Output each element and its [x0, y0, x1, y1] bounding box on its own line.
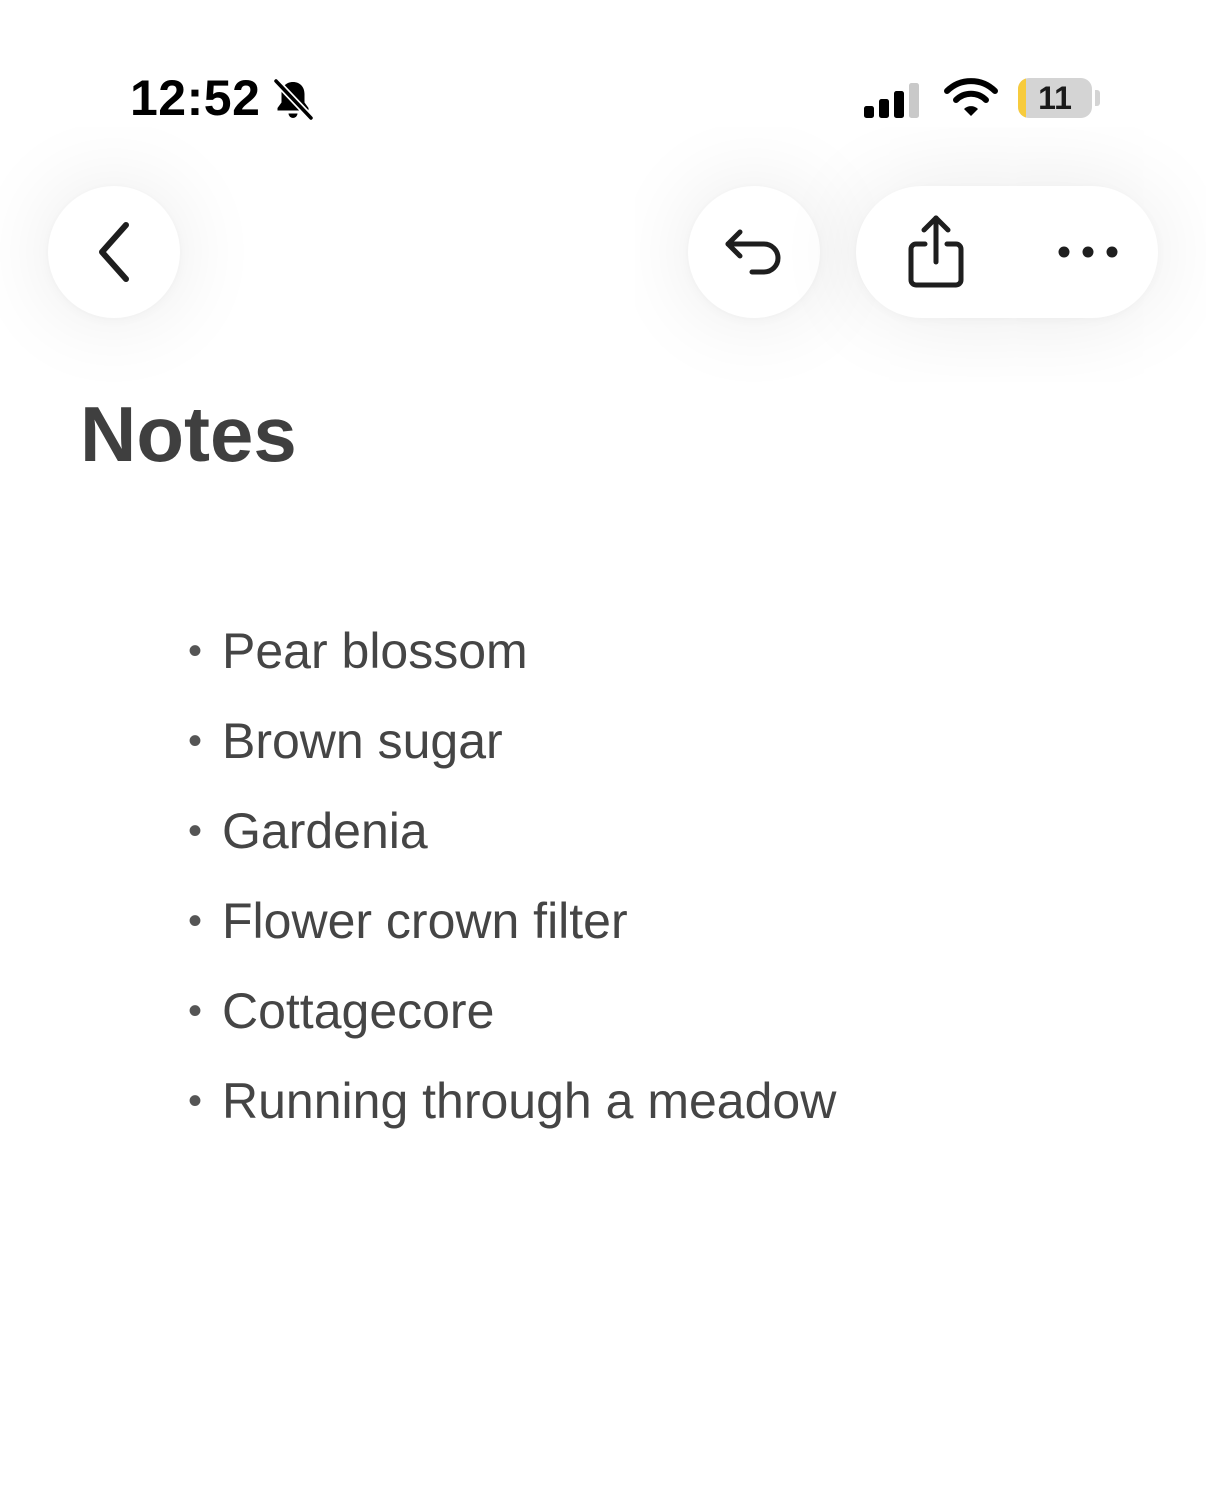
list-item-text: Gardenia [222, 803, 428, 859]
more-button[interactable] [1022, 186, 1154, 318]
list-item-text: Pear blossom [222, 623, 528, 679]
list-item-text: Flower crown filter [222, 893, 628, 949]
back-button[interactable] [48, 186, 180, 318]
undo-button[interactable] [688, 186, 820, 318]
note-title[interactable]: Notes [80, 386, 297, 482]
wifi-icon [944, 78, 998, 116]
list-item[interactable]: • Pear blossom [188, 606, 836, 696]
undo-arrow-icon [725, 229, 781, 275]
list-item-text: Running through a meadow [222, 1073, 837, 1129]
battery-cap [1095, 90, 1100, 106]
bullet: • [188, 989, 203, 1033]
list-item[interactable]: • Cottagecore [188, 966, 836, 1056]
battery-indicator: 11 [1018, 78, 1092, 118]
bullet: • [188, 629, 203, 673]
share-icon [908, 215, 964, 288]
list-item[interactable]: • Running through a meadow [188, 1056, 836, 1146]
bullet: • [188, 809, 203, 853]
note-bullet-list[interactable]: • Pear blossom • Brown sugar • Gardenia • Fl… [188, 606, 836, 1146]
battery-level: 11 [1038, 80, 1072, 116]
chevron-left-icon [99, 222, 129, 282]
list-item[interactable]: • Brown sugar [188, 696, 836, 786]
bullet: • [188, 719, 203, 763]
share-button[interactable] [870, 186, 1002, 318]
list-item[interactable]: • Flower crown filter [188, 876, 836, 966]
list-item-text: Brown sugar [222, 713, 503, 769]
actions-group [856, 186, 1158, 318]
status-bar: 12:52 11 [0, 0, 1206, 160]
bullet: • [188, 1079, 203, 1123]
status-time: 12:52 [130, 70, 261, 126]
ellipsis-icon [1058, 246, 1118, 258]
bullet: • [188, 899, 203, 943]
list-item-text: Cottagecore [222, 983, 495, 1039]
list-item[interactable]: • Gardenia [188, 786, 836, 876]
bell-slash-icon [272, 77, 315, 122]
cellular-signal-icon [864, 83, 919, 118]
